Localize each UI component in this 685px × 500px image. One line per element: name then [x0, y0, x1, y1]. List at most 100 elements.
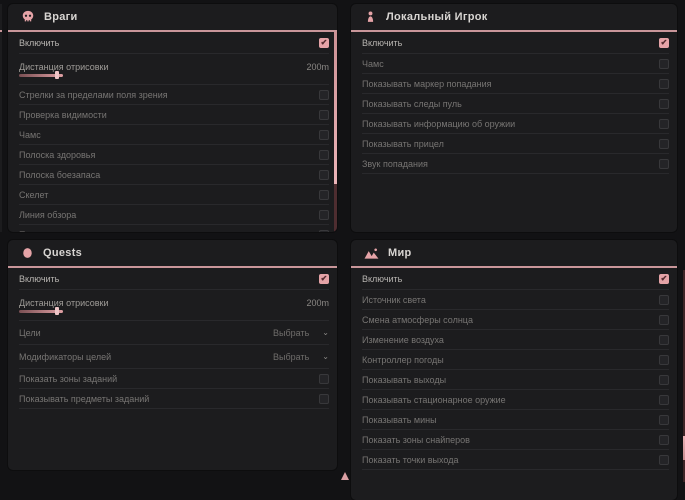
checkbox[interactable] — [659, 435, 669, 445]
checkbox[interactable] — [319, 374, 329, 384]
checkbox[interactable] — [319, 150, 329, 160]
row-toggle[interactable]: Показывать стационарное оружие — [362, 390, 669, 410]
slider-track[interactable] — [19, 74, 63, 77]
select-control[interactable]: Выбрать⌄ — [273, 352, 329, 362]
checkbox[interactable] — [659, 139, 669, 149]
row-toggle[interactable]: Смена атмосферы солнца — [362, 310, 669, 330]
row-label: Чамс — [19, 130, 41, 140]
checkbox[interactable] — [319, 90, 329, 100]
checkbox[interactable] — [659, 159, 669, 169]
row-select[interactable]: Цели Выбрать⌄ — [19, 321, 329, 345]
row-toggle[interactable]: Источник света — [362, 290, 669, 310]
row-toggle[interactable]: Показать зоны заданий — [19, 369, 329, 389]
panel-enemies: Враги Включить ✔ Дистанция отрисовки200m Ст… — [8, 4, 337, 232]
checkbox[interactable] — [659, 415, 669, 425]
row-label: Цели — [19, 328, 41, 338]
row-toggle[interactable]: Показать точки выхода — [362, 450, 669, 470]
panel-local-player-header[interactable]: Локальный Игрок — [351, 4, 677, 32]
checkbox[interactable] — [659, 375, 669, 385]
slider-handle[interactable] — [55, 307, 59, 315]
panel-enemies-header[interactable]: Враги — [8, 4, 337, 32]
row-label: Показать зоны снайперов — [362, 435, 470, 445]
row-toggle[interactable]: Линия обзора — [19, 205, 329, 225]
row-toggle[interactable]: Стрелки за пределами поля зрения — [19, 85, 329, 105]
row-label: Чамс — [362, 59, 384, 69]
skull-icon — [21, 10, 35, 24]
row-toggle[interactable]: Показывать информацию об оружии — [362, 114, 669, 134]
checkbox[interactable] — [659, 395, 669, 405]
row-slider[interactable]: Дистанция отрисовки200m — [19, 290, 329, 321]
panel-quests-header[interactable]: Quests — [8, 240, 337, 268]
row-label: Показывать маркер попадания — [362, 79, 492, 89]
checkbox[interactable] — [659, 455, 669, 465]
row-toggle[interactable]: Включить✔ — [362, 268, 669, 290]
row-toggle[interactable]: Включить ✔ — [19, 268, 329, 290]
checkbox[interactable] — [659, 335, 669, 345]
row-toggle[interactable]: Показывать мины — [362, 410, 669, 430]
row-toggle[interactable]: Контроллер погоды — [362, 350, 669, 370]
row-toggle[interactable]: Показывать прицел — [362, 134, 669, 154]
row-label: Показывать прицел — [362, 139, 444, 149]
row-label: Показать точки выхода — [362, 455, 458, 465]
clipped-panel-edge — [0, 4, 2, 232]
row-label: Включить — [19, 274, 59, 284]
row-toggle[interactable]: Чамс — [19, 125, 329, 145]
panel-world-header[interactable]: Мир — [351, 240, 677, 268]
checkbox[interactable] — [319, 130, 329, 140]
row-label: Показывать информацию об оружии — [362, 119, 515, 129]
select-control[interactable]: Выбрать⌄ — [273, 328, 329, 338]
row-toggle[interactable]: Показывать маркер попадания — [362, 74, 669, 94]
row-toggle[interactable]: Полоска здоровья — [19, 145, 329, 165]
row-label: Показать зоны заданий — [19, 374, 117, 384]
checkbox[interactable] — [319, 210, 329, 220]
row-label: Полоска боезапаса — [19, 170, 100, 180]
checkbox[interactable] — [319, 110, 329, 120]
checkbox[interactable] — [319, 394, 329, 404]
row-toggle[interactable]: Проверка видимости — [19, 105, 329, 125]
checkbox[interactable] — [659, 355, 669, 365]
checkbox[interactable]: ✔ — [659, 38, 669, 48]
row-select[interactable]: Модификаторы целейВыбрать⌄ — [19, 345, 329, 369]
slider-value: 200m — [306, 298, 329, 308]
row-label: Проверка видимости — [19, 110, 107, 120]
row-toggle[interactable]: Показать зоны снайперов — [362, 430, 669, 450]
row-label: Контроллер погоды — [362, 355, 444, 365]
row-toggle[interactable]: Полоска боезапаса — [19, 165, 329, 185]
panel-scrollbar-thumb[interactable] — [334, 32, 337, 184]
checkbox[interactable] — [659, 99, 669, 109]
slider-track[interactable] — [19, 310, 63, 313]
checkbox[interactable] — [659, 295, 669, 305]
slider-handle[interactable] — [55, 71, 59, 79]
row-toggle[interactable]: Включить ✔ — [19, 32, 329, 54]
row-slider[interactable]: Дистанция отрисовки200m — [19, 54, 329, 85]
row-toggle[interactable]: Скелет — [19, 185, 329, 205]
row-label: Включить — [19, 38, 59, 48]
row-toggle[interactable]: Чамс — [362, 54, 669, 74]
row-toggle[interactable]: Включить✔ — [362, 32, 669, 54]
row-toggle[interactable]: Показывать выходы — [362, 370, 669, 390]
checkbox[interactable] — [319, 170, 329, 180]
checkbox[interactable]: ✔ — [319, 38, 329, 48]
panel-quests: Quests Включить✔Дистанция отрисовки200mЦ… — [8, 240, 337, 470]
checkbox[interactable] — [659, 315, 669, 325]
checkbox[interactable]: ✔ — [659, 274, 669, 284]
checkbox[interactable]: ✔ — [319, 274, 329, 284]
row-toggle[interactable]: Показывать следы пуль — [19, 225, 329, 232]
row-label: Полоска здоровья — [19, 150, 95, 160]
row-toggle[interactable]: Показывать следы пуль — [362, 94, 669, 114]
row-toggle[interactable]: Показывать предметы заданий — [19, 389, 329, 409]
chevron-down-icon: ⌄ — [322, 353, 329, 361]
panel-title: Враги — [44, 11, 78, 23]
panel-scrollbar[interactable] — [334, 32, 337, 232]
checkbox[interactable] — [659, 59, 669, 69]
slider-value: 200m — [306, 62, 329, 72]
row-toggle[interactable]: Изменение воздуха — [362, 330, 669, 350]
checkbox[interactable] — [659, 79, 669, 89]
row-label: Стрелки за пределами поля зрения — [19, 90, 168, 100]
checkbox[interactable] — [659, 119, 669, 129]
checkbox[interactable] — [319, 190, 329, 200]
row-toggle[interactable]: Звук попадания — [362, 154, 669, 174]
panel-world: Мир Включить✔Источник светаСмена атмосфе… — [351, 240, 677, 500]
checkbox[interactable] — [319, 230, 329, 233]
row-label: Показывать следы пуль — [362, 99, 462, 109]
